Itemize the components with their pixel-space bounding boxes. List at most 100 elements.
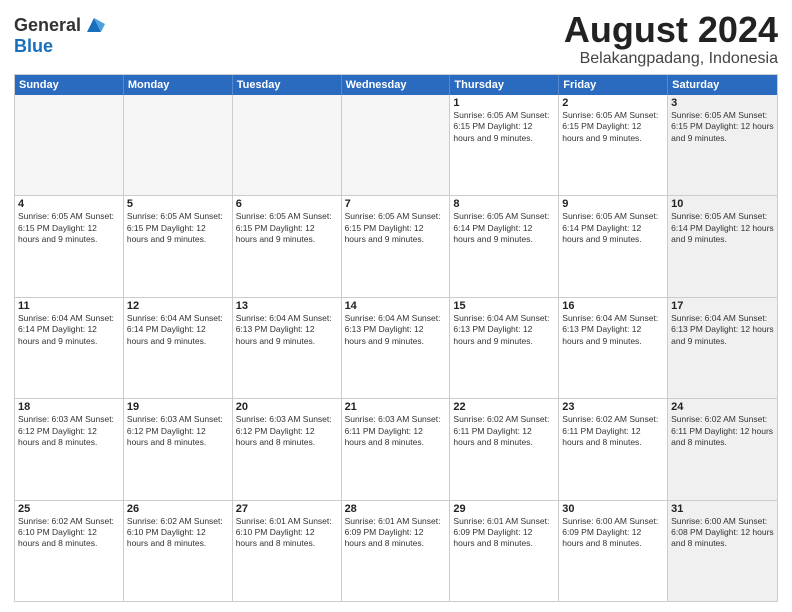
- day-cell-15: 15Sunrise: 6:04 AM Sunset: 6:13 PM Dayli…: [450, 298, 559, 398]
- empty-cell-0-3: [342, 95, 451, 195]
- day-number-23: 23: [562, 401, 664, 413]
- day-number-30: 30: [562, 503, 664, 515]
- day-info-10: Sunrise: 6:05 AM Sunset: 6:14 PM Dayligh…: [671, 211, 774, 245]
- day-info-31: Sunrise: 6:00 AM Sunset: 6:08 PM Dayligh…: [671, 516, 774, 550]
- day-number-8: 8: [453, 198, 555, 210]
- empty-cell-0-1: [124, 95, 233, 195]
- day-cell-11: 11Sunrise: 6:04 AM Sunset: 6:14 PM Dayli…: [15, 298, 124, 398]
- day-cell-24: 24Sunrise: 6:02 AM Sunset: 6:11 PM Dayli…: [668, 399, 777, 499]
- day-info-22: Sunrise: 6:02 AM Sunset: 6:11 PM Dayligh…: [453, 414, 555, 448]
- day-number-2: 2: [562, 97, 664, 109]
- title-block: August 2024 Belakangpadang, Indonesia: [564, 10, 778, 68]
- day-number-26: 26: [127, 503, 229, 515]
- day-cell-1: 1Sunrise: 6:05 AM Sunset: 6:15 PM Daylig…: [450, 95, 559, 195]
- day-cell-21: 21Sunrise: 6:03 AM Sunset: 6:11 PM Dayli…: [342, 399, 451, 499]
- day-number-22: 22: [453, 401, 555, 413]
- day-number-29: 29: [453, 503, 555, 515]
- day-info-6: Sunrise: 6:05 AM Sunset: 6:15 PM Dayligh…: [236, 211, 338, 245]
- calendar-header: SundayMondayTuesdayWednesdayThursdayFrid…: [15, 75, 777, 95]
- empty-cell-0-0: [15, 95, 124, 195]
- day-cell-7: 7Sunrise: 6:05 AM Sunset: 6:15 PM Daylig…: [342, 196, 451, 296]
- calendar-row-2: 11Sunrise: 6:04 AM Sunset: 6:14 PM Dayli…: [15, 297, 777, 398]
- day-info-26: Sunrise: 6:02 AM Sunset: 6:10 PM Dayligh…: [127, 516, 229, 550]
- month-year: August 2024: [564, 10, 778, 50]
- day-info-14: Sunrise: 6:04 AM Sunset: 6:13 PM Dayligh…: [345, 313, 447, 347]
- day-info-20: Sunrise: 6:03 AM Sunset: 6:12 PM Dayligh…: [236, 414, 338, 448]
- day-info-7: Sunrise: 6:05 AM Sunset: 6:15 PM Dayligh…: [345, 211, 447, 245]
- day-number-9: 9: [562, 198, 664, 210]
- calendar-row-1: 4 Sunrise: 6:05 AM Sunset: 6:15 PM Daylig…: [15, 195, 777, 296]
- day-info-24: Sunrise: 6:02 AM Sunset: 6:11 PM Dayligh…: [671, 414, 774, 448]
- page: General Blue August 2024 Belakangpadang,…: [0, 0, 792, 612]
- header-cell-wednesday: Wednesday: [342, 75, 451, 95]
- day-number-3: 3: [671, 97, 774, 109]
- header-cell-friday: Friday: [559, 75, 668, 95]
- day-number-12: 12: [127, 300, 229, 312]
- day-number-25: 25: [18, 503, 120, 515]
- day-number-27: 27: [236, 503, 338, 515]
- day-cell-14: 14Sunrise: 6:04 AM Sunset: 6:13 PM Dayli…: [342, 298, 451, 398]
- day-number-28: 28: [345, 503, 447, 515]
- day-info-2: Sunrise: 6:05 AM Sunset: 6:15 PM Dayligh…: [562, 110, 664, 144]
- day-info-18: Sunrise: 6:03 AM Sunset: 6:12 PM Dayligh…: [18, 414, 120, 448]
- day-cell-25: 25Sunrise: 6:02 AM Sunset: 6:10 PM Dayli…: [15, 501, 124, 601]
- day-info-12: Sunrise: 6:04 AM Sunset: 6:14 PM Dayligh…: [127, 313, 229, 347]
- day-number-5: 5: [127, 198, 229, 210]
- day-number-14: 14: [345, 300, 447, 312]
- location: Belakangpadang, Indonesia: [564, 50, 778, 68]
- header-cell-saturday: Saturday: [668, 75, 777, 95]
- day-cell-20: 20Sunrise: 6:03 AM Sunset: 6:12 PM Dayli…: [233, 399, 342, 499]
- calendar-row-0: 1Sunrise: 6:05 AM Sunset: 6:15 PM Daylig…: [15, 95, 777, 195]
- day-cell-3: 3Sunrise: 6:05 AM Sunset: 6:15 PM Daylig…: [668, 95, 777, 195]
- day-cell-28: 28Sunrise: 6:01 AM Sunset: 6:09 PM Dayli…: [342, 501, 451, 601]
- header-cell-monday: Monday: [124, 75, 233, 95]
- day-cell-16: 16Sunrise: 6:04 AM Sunset: 6:13 PM Dayli…: [559, 298, 668, 398]
- day-info-1: Sunrise: 6:05 AM Sunset: 6:15 PM Dayligh…: [453, 110, 555, 144]
- header: General Blue August 2024 Belakangpadang,…: [14, 10, 778, 68]
- day-cell-10: 10Sunrise: 6:05 AM Sunset: 6:14 PM Dayli…: [668, 196, 777, 296]
- day-cell-26: 26Sunrise: 6:02 AM Sunset: 6:10 PM Dayli…: [124, 501, 233, 601]
- day-number-4: 4: [18, 198, 120, 210]
- header-cell-tuesday: Tuesday: [233, 75, 342, 95]
- day-cell-9: 9Sunrise: 6:05 AM Sunset: 6:14 PM Daylig…: [559, 196, 668, 296]
- day-number-18: 18: [18, 401, 120, 413]
- day-cell-2: 2Sunrise: 6:05 AM Sunset: 6:15 PM Daylig…: [559, 95, 668, 195]
- day-cell-22: 22Sunrise: 6:02 AM Sunset: 6:11 PM Dayli…: [450, 399, 559, 499]
- day-info-9: Sunrise: 6:05 AM Sunset: 6:14 PM Dayligh…: [562, 211, 664, 245]
- calendar-row-3: 18Sunrise: 6:03 AM Sunset: 6:12 PM Dayli…: [15, 398, 777, 499]
- day-info-23: Sunrise: 6:02 AM Sunset: 6:11 PM Dayligh…: [562, 414, 664, 448]
- logo: General Blue: [14, 14, 105, 57]
- day-info-19: Sunrise: 6:03 AM Sunset: 6:12 PM Dayligh…: [127, 414, 229, 448]
- day-number-24: 24: [671, 401, 774, 413]
- day-cell-8: 8Sunrise: 6:05 AM Sunset: 6:14 PM Daylig…: [450, 196, 559, 296]
- day-cell-18: 18Sunrise: 6:03 AM Sunset: 6:12 PM Dayli…: [15, 399, 124, 499]
- day-number-11: 11: [18, 300, 120, 312]
- day-number-19: 19: [127, 401, 229, 413]
- day-number-6: 6: [236, 198, 338, 210]
- day-number-15: 15: [453, 300, 555, 312]
- day-info-13: Sunrise: 6:04 AM Sunset: 6:13 PM Dayligh…: [236, 313, 338, 347]
- day-number-1: 1: [453, 97, 555, 109]
- day-info-11: Sunrise: 6:04 AM Sunset: 6:14 PM Dayligh…: [18, 313, 120, 347]
- calendar-row-4: 25Sunrise: 6:02 AM Sunset: 6:10 PM Dayli…: [15, 500, 777, 601]
- day-number-21: 21: [345, 401, 447, 413]
- day-cell-19: 19Sunrise: 6:03 AM Sunset: 6:12 PM Dayli…: [124, 399, 233, 499]
- day-info-15: Sunrise: 6:04 AM Sunset: 6:13 PM Dayligh…: [453, 313, 555, 347]
- logo-icon: [83, 14, 105, 36]
- calendar-body: 1Sunrise: 6:05 AM Sunset: 6:15 PM Daylig…: [15, 95, 777, 601]
- day-cell-27: 27Sunrise: 6:01 AM Sunset: 6:10 PM Dayli…: [233, 501, 342, 601]
- empty-cell-0-2: [233, 95, 342, 195]
- day-info-25: Sunrise: 6:02 AM Sunset: 6:10 PM Dayligh…: [18, 516, 120, 550]
- day-number-31: 31: [671, 503, 774, 515]
- day-info-17: Sunrise: 6:04 AM Sunset: 6:13 PM Dayligh…: [671, 313, 774, 347]
- day-number-20: 20: [236, 401, 338, 413]
- day-info-30: Sunrise: 6:00 AM Sunset: 6:09 PM Dayligh…: [562, 516, 664, 550]
- day-number-10: 10: [671, 198, 774, 210]
- day-cell-13: 13Sunrise: 6:04 AM Sunset: 6:13 PM Dayli…: [233, 298, 342, 398]
- day-info-5: Sunrise: 6:05 AM Sunset: 6:15 PM Dayligh…: [127, 211, 229, 245]
- day-cell-17: 17Sunrise: 6:04 AM Sunset: 6:13 PM Dayli…: [668, 298, 777, 398]
- day-number-13: 13: [236, 300, 338, 312]
- day-cell-4: 4Sunrise: 6:05 AM Sunset: 6:15 PM Daylig…: [15, 196, 124, 296]
- day-cell-5: 5Sunrise: 6:05 AM Sunset: 6:15 PM Daylig…: [124, 196, 233, 296]
- header-cell-thursday: Thursday: [450, 75, 559, 95]
